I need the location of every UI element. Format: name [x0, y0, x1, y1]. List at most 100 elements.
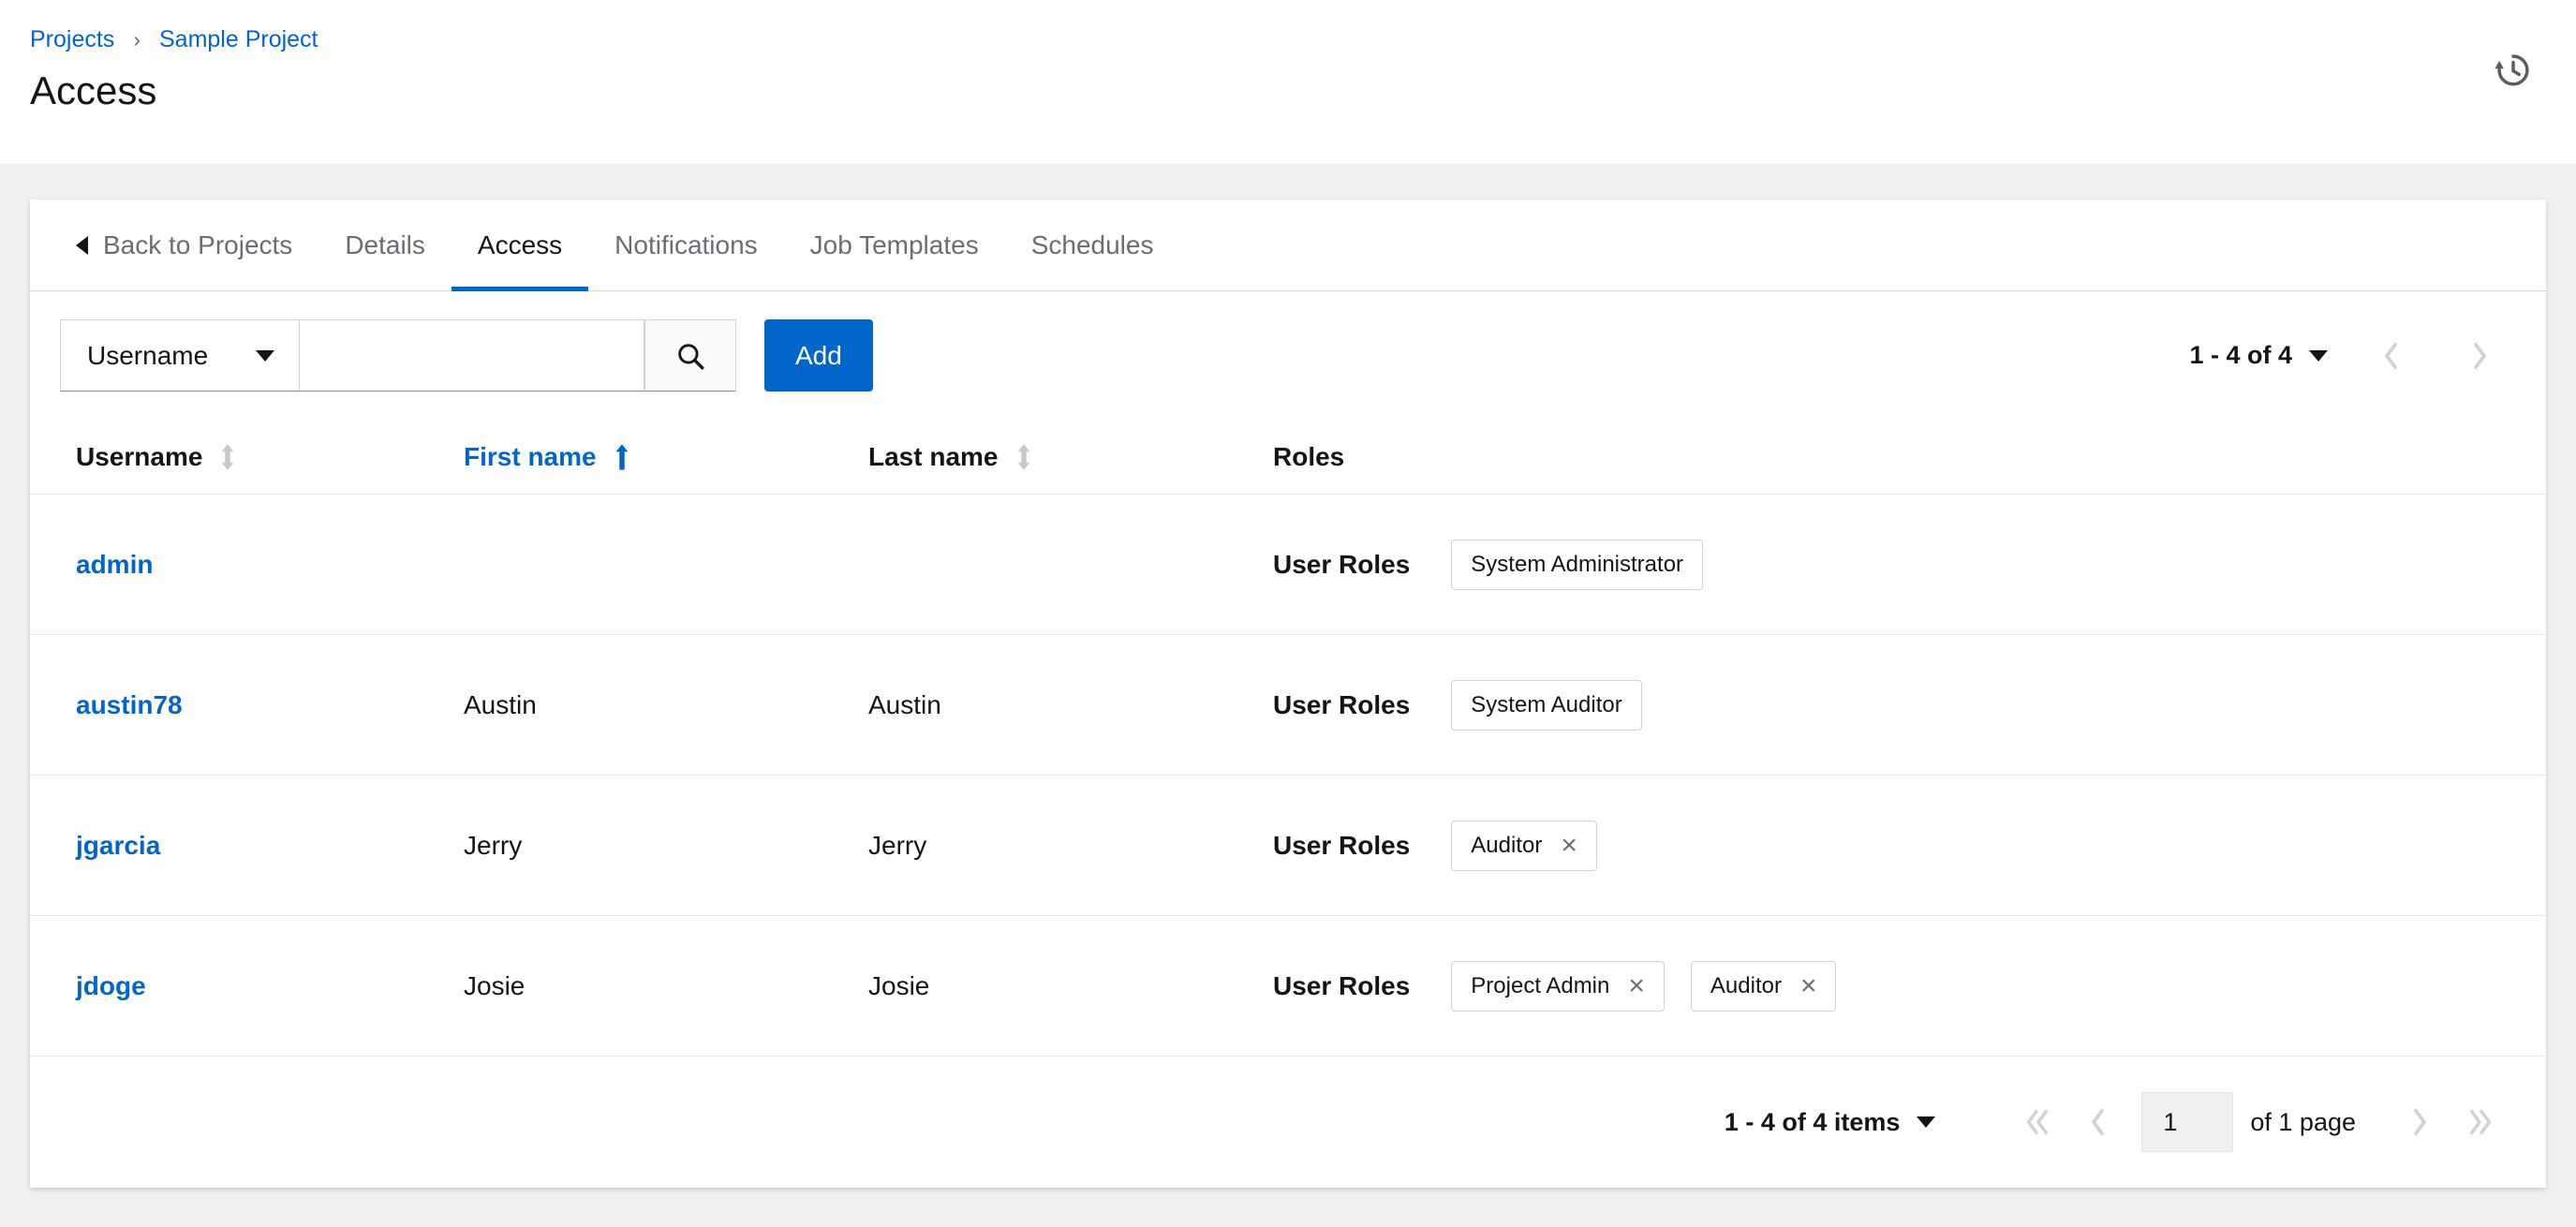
tab-label: Schedules: [1030, 229, 1154, 259]
toolbar-pagination: 1 - 4 of 4: [2189, 335, 2500, 377]
username-link[interactable]: jdoge: [76, 971, 464, 1001]
last-name-cell: Josie: [868, 970, 930, 1000]
current-page-input[interactable]: [2141, 1092, 2234, 1152]
column-header-roles: Roles: [1273, 442, 2546, 472]
chevron-right-icon: [2413, 1108, 2427, 1136]
role-chips: Project Admin × Auditor ×: [1451, 960, 1837, 1012]
table-row: admin User Roles System Administrator: [30, 495, 2546, 635]
prev-page-button[interactable]: [2078, 1101, 2119, 1143]
caret-down-icon: [256, 349, 274, 362]
table-row: austin78 Austin Austin User Roles System…: [30, 635, 2546, 776]
first-name-cell: Jerry: [464, 830, 523, 860]
chevron-double-right-icon: [2469, 1109, 2492, 1135]
tab-label: Details: [345, 229, 425, 259]
remove-role-button[interactable]: ×: [1799, 969, 1817, 1001]
tab-notifications[interactable]: Notifications: [588, 200, 784, 290]
page-header: Projects › Sample Project Access: [0, 0, 2576, 164]
last-name-cell: Austin: [868, 689, 941, 719]
content-area: Back to Projects Details Access Notifica…: [0, 164, 2576, 1188]
page-title: Access: [30, 68, 157, 112]
access-card: Back to Projects Details Access Notifica…: [30, 200, 2546, 1188]
tab-details[interactable]: Details: [318, 200, 452, 290]
sort-icon: [1016, 443, 1030, 470]
breadcrumb: Projects › Sample Project: [30, 26, 2576, 53]
history-icon: [2495, 54, 2529, 86]
username-link[interactable]: admin: [76, 550, 464, 580]
roles-cell: User Roles System Auditor: [1273, 679, 2546, 731]
user-roles-label: User Roles: [1273, 830, 1411, 860]
pagination-summary: 1 - 4 of 4: [2189, 341, 2292, 369]
close-icon: ×: [1561, 829, 1577, 861]
breadcrumb-link-sample-project[interactable]: Sample Project: [159, 26, 318, 53]
role-chip-label: Auditor: [1710, 972, 1782, 998]
caret-down-icon[interactable]: [2309, 349, 2328, 362]
caret-down-icon[interactable]: [1917, 1116, 1936, 1128]
role-chips: System Administrator: [1451, 539, 1704, 590]
chevron-right-icon: [2473, 341, 2487, 370]
chevron-double-left-icon: [2026, 1109, 2050, 1135]
column-label: First name: [464, 441, 597, 471]
search-icon: [678, 343, 704, 369]
first-page-button[interactable]: [2018, 1101, 2059, 1143]
remove-role-button[interactable]: ×: [1628, 969, 1645, 1001]
role-chip: Auditor ×: [1451, 820, 1597, 871]
close-icon: ×: [1799, 969, 1817, 1001]
column-label: Username: [76, 441, 203, 471]
pagination-footer: 1 - 4 of 4 items of 1 page: [30, 1057, 2546, 1188]
chevron-left-icon: [2384, 341, 2398, 370]
column-header-username[interactable]: Username: [76, 442, 464, 472]
role-chip-label: Auditor: [1471, 832, 1543, 858]
page-count-label: of 1 page: [2250, 1107, 2356, 1136]
role-chip: System Auditor: [1451, 679, 1642, 731]
chevron-left-icon: [2092, 1108, 2105, 1136]
sort-icon: [221, 443, 234, 470]
add-button[interactable]: Add: [764, 319, 873, 392]
tab-label: Notifications: [614, 229, 758, 259]
first-name-cell: Austin: [464, 689, 537, 719]
username-link[interactable]: austin78: [76, 690, 464, 720]
sort-ascending-icon: [615, 443, 629, 470]
filter-type-label: Username: [87, 340, 209, 370]
last-name-cell: Jerry: [868, 830, 927, 860]
column-label: Roles: [1273, 441, 1345, 471]
role-chips: Auditor ×: [1451, 820, 1597, 871]
roles-cell: User Roles Project Admin × Auditor ×: [1273, 960, 2546, 1012]
role-chip: Project Admin ×: [1451, 960, 1665, 1012]
table-header: Username First name Last name Roles: [30, 420, 2546, 495]
tab-back-to-projects[interactable]: Back to Projects: [50, 200, 318, 290]
tab-job-templates[interactable]: Job Templates: [784, 200, 1005, 290]
next-page-button[interactable]: [2399, 1101, 2440, 1143]
role-chips: System Auditor: [1451, 679, 1642, 731]
user-roles-label: User Roles: [1273, 689, 1411, 719]
tab-access[interactable]: Access: [451, 200, 589, 291]
remove-role-button[interactable]: ×: [1561, 829, 1577, 861]
breadcrumb-link-projects[interactable]: Projects: [30, 26, 114, 53]
tab-label: Access: [477, 229, 563, 259]
role-chip-label: Project Admin: [1471, 972, 1610, 998]
user-roles-label: User Roles: [1273, 970, 1411, 1000]
column-header-last-name[interactable]: Last name: [868, 442, 1273, 472]
next-page-button[interactable]: [2459, 335, 2500, 377]
search-button[interactable]: [644, 319, 736, 392]
table-row: jgarcia Jerry Jerry User Roles Auditor ×: [30, 776, 2546, 916]
back-arrow-icon: [76, 235, 88, 255]
role-chip: Auditor ×: [1690, 960, 1837, 1012]
tab-label: Back to Projects: [103, 229, 293, 259]
history-button[interactable]: [2490, 47, 2537, 96]
last-page-button[interactable]: [2459, 1101, 2500, 1143]
toolbar: Username Add 1 - 4 of 4: [30, 291, 2546, 420]
search-input[interactable]: [300, 319, 644, 392]
breadcrumb-separator: ›: [133, 27, 141, 52]
role-chip-label: System Auditor: [1471, 691, 1622, 717]
tab-bar: Back to Projects Details Access Notifica…: [30, 200, 2546, 291]
column-label: Last name: [868, 441, 999, 471]
table-row: jdoge Josie Josie User Roles Project Adm…: [30, 916, 2546, 1057]
username-link[interactable]: jgarcia: [76, 831, 464, 861]
close-icon: ×: [1628, 969, 1645, 1001]
prev-page-button[interactable]: [2371, 335, 2412, 377]
filter-type-dropdown[interactable]: Username: [60, 319, 300, 392]
column-header-first-name[interactable]: First name: [464, 442, 868, 472]
tab-schedules[interactable]: Schedules: [1005, 200, 1180, 290]
items-summary: 1 - 4 of 4 items: [1724, 1107, 1901, 1136]
tab-label: Job Templates: [809, 229, 979, 259]
